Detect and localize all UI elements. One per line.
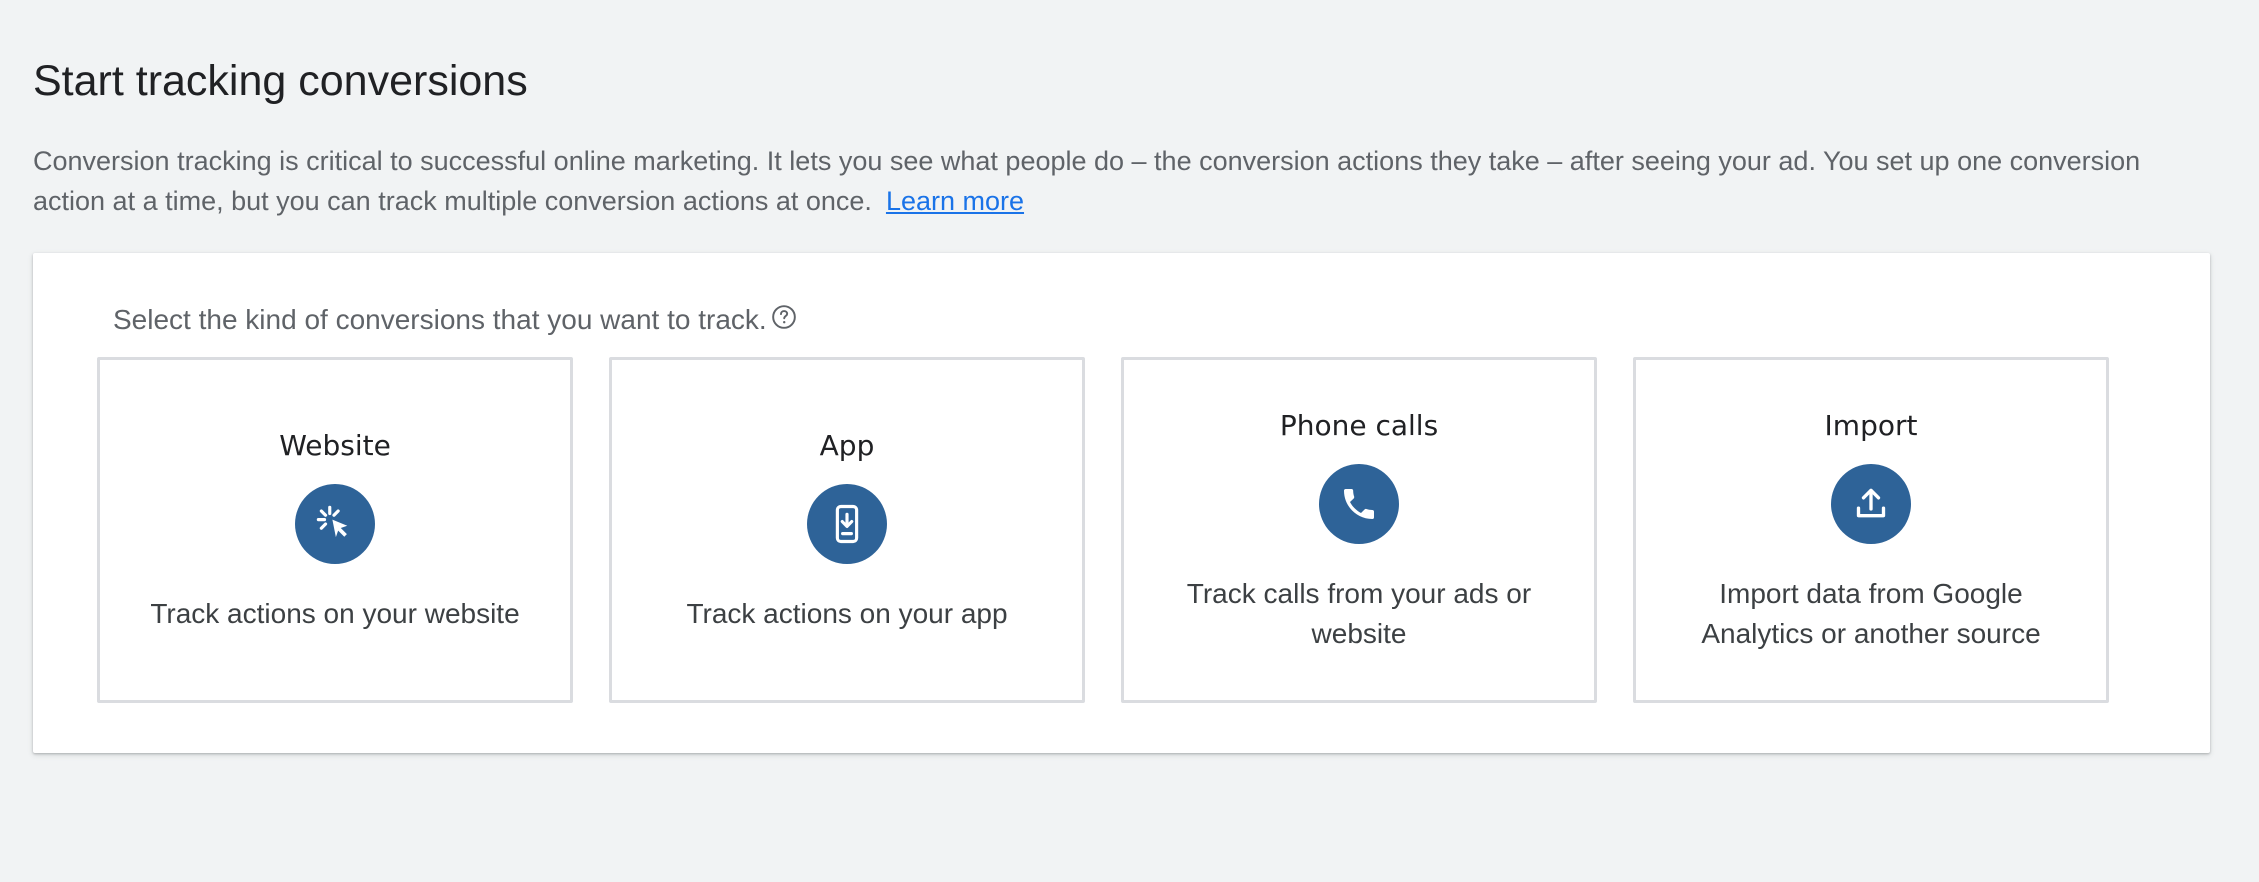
option-title: Phone calls: [1279, 409, 1439, 442]
intro-text: Conversion tracking is critical to succe…: [33, 141, 2213, 221]
page-title: Start tracking conversions: [33, 57, 528, 105]
option-import[interactable]: Import Import data from Google Analytics…: [1633, 357, 2109, 703]
upload-icon: [1831, 464, 1911, 544]
option-title: Import: [1824, 409, 1918, 442]
phone-icon: [1319, 464, 1399, 544]
option-description: Track actions on your website: [150, 598, 520, 629]
option-title: Website: [279, 429, 391, 462]
help-circle-icon[interactable]: [771, 302, 797, 329]
conversion-type-card: Select the kind of conversions that you …: [33, 253, 2210, 753]
option-website[interactable]: Website Track actions on your website: [97, 357, 573, 703]
learn-more-link[interactable]: Learn more: [886, 186, 1024, 216]
option-app[interactable]: App Track actions on your app: [609, 357, 1085, 703]
cursor-click-icon: [295, 484, 375, 564]
mobile-download-icon: [807, 484, 887, 564]
selector-prompt-text: Select the kind of conversions that you …: [113, 304, 767, 335]
option-description: Track actions on your app: [686, 598, 1008, 629]
intro-paragraph: Conversion tracking is critical to succe…: [33, 146, 2141, 216]
option-title: App: [819, 429, 875, 462]
option-description: Track calls from your ads or website: [1186, 578, 1532, 649]
selector-prompt: Select the kind of conversions that you …: [113, 301, 797, 339]
option-phone-calls[interactable]: Phone calls Track calls from your ads or…: [1121, 357, 1597, 703]
option-description: Import data from Google Analytics or ano…: [1701, 578, 2041, 649]
